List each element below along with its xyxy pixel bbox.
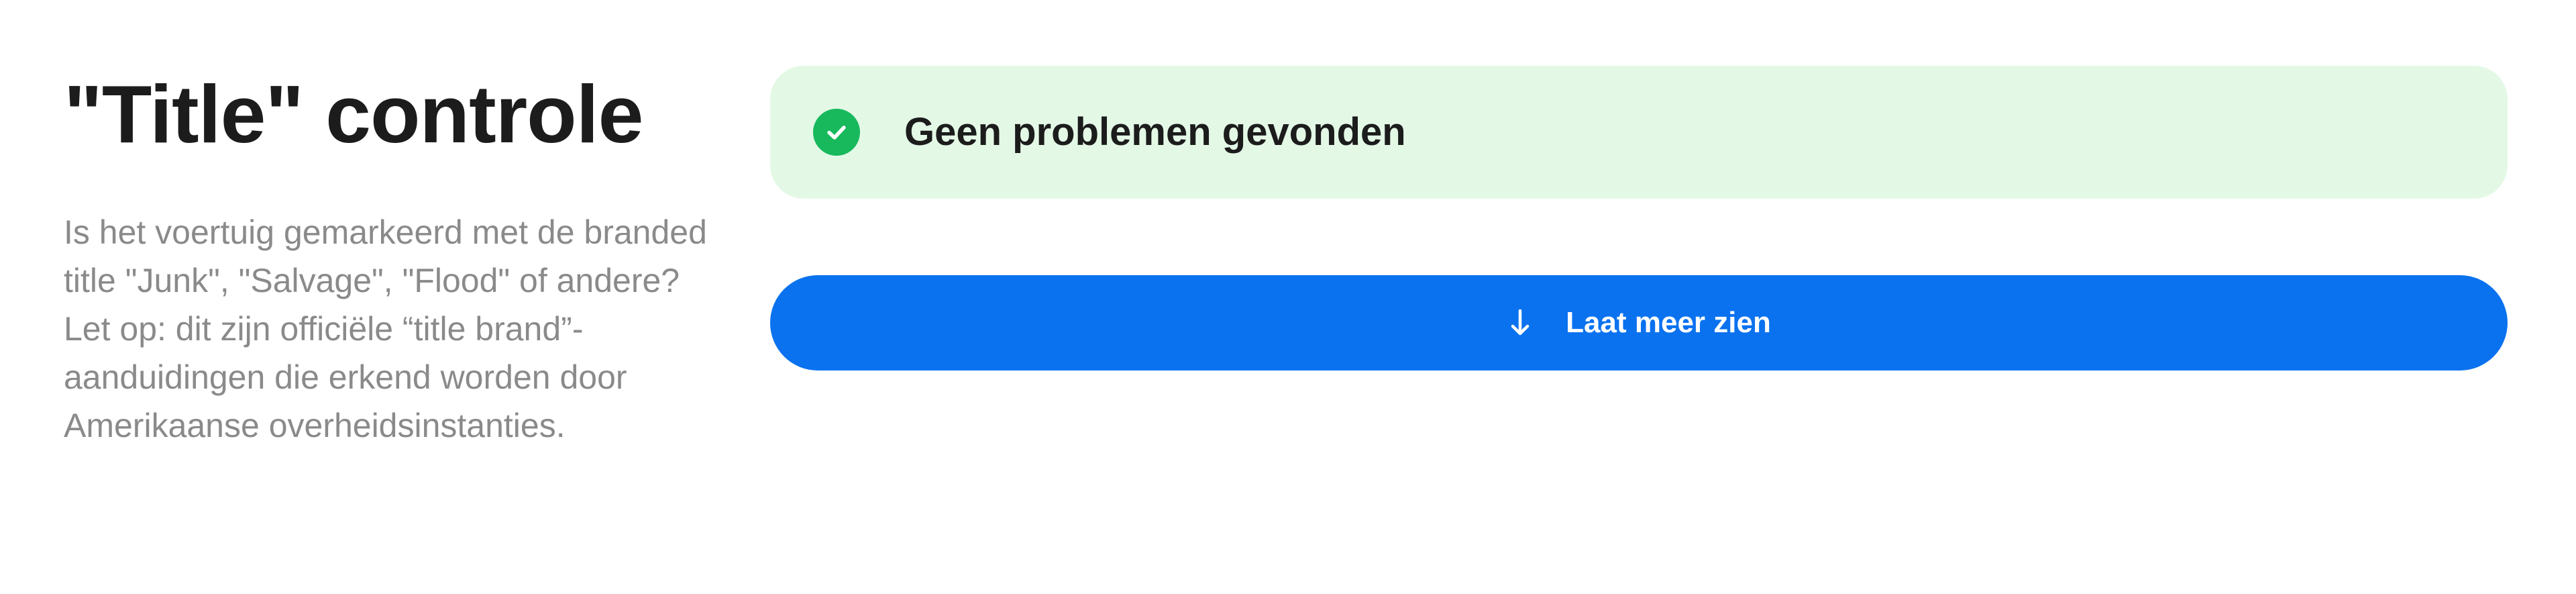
arrow-down-icon: [1507, 307, 1534, 339]
title-check-section: "Title" controle Is het voertuig gemarke…: [64, 60, 708, 450]
check-circle-icon: [813, 109, 860, 156]
page-title: "Title" controle: [64, 68, 643, 160]
show-more-label: Laat meer zien: [1566, 306, 1771, 339]
status-text: Geen problemen gevonden: [904, 110, 1406, 154]
status-panel: Geen problemen gevonden: [770, 66, 2508, 199]
show-more-button[interactable]: Laat meer zien: [770, 275, 2508, 370]
section-description: Is het voertuig gemarkeerd met de brande…: [64, 213, 707, 444]
